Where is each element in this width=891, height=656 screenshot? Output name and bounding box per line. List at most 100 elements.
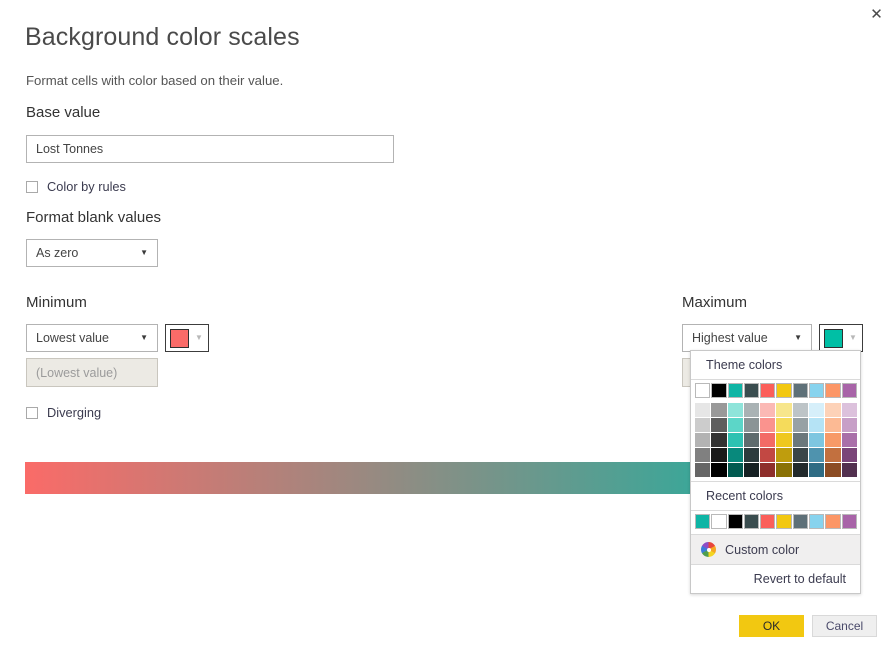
theme-shade-swatch[interactable] [695, 403, 711, 417]
theme-shade-swatch[interactable] [743, 448, 760, 462]
theme-color-column [792, 383, 809, 477]
close-icon[interactable]: ✕ [862, 0, 891, 28]
recent-colors-grid[interactable] [691, 511, 860, 534]
theme-shade-swatch[interactable] [727, 433, 743, 447]
diverging-checkbox[interactable]: Diverging [26, 405, 101, 420]
theme-shade-swatch[interactable] [841, 448, 857, 462]
theme-shade-swatch[interactable] [776, 433, 792, 447]
theme-shade-swatch[interactable] [711, 448, 727, 462]
theme-shade-swatch[interactable] [727, 418, 743, 432]
theme-shade-swatch[interactable] [760, 448, 776, 462]
theme-color-swatch[interactable] [809, 383, 825, 398]
dialog-title: Background color scales [25, 23, 300, 51]
minimum-type-dropdown[interactable]: Lowest value ▼ [26, 324, 158, 352]
maximum-color-button[interactable]: ▼ [819, 324, 863, 352]
recent-color-swatch[interactable] [841, 514, 857, 529]
chevron-down-icon: ▼ [849, 333, 857, 342]
theme-shade-swatch[interactable] [743, 433, 760, 447]
theme-shade-swatch[interactable] [711, 433, 727, 447]
theme-shade-swatch[interactable] [695, 448, 711, 462]
theme-color-swatch[interactable] [760, 383, 776, 398]
base-value-input[interactable]: Lost Tonnes [26, 135, 394, 163]
recent-color-swatch[interactable] [695, 514, 711, 529]
theme-shade-swatch[interactable] [776, 463, 792, 477]
custom-color-item[interactable]: Custom color [691, 535, 860, 564]
recent-color-swatch[interactable] [727, 514, 743, 529]
theme-shade-swatch[interactable] [809, 463, 825, 477]
theme-shade-swatch[interactable] [809, 433, 825, 447]
theme-color-swatch[interactable] [792, 383, 809, 398]
theme-shade-swatch[interactable] [711, 403, 727, 417]
theme-color-column [695, 383, 711, 477]
theme-shade-swatch[interactable] [792, 448, 809, 462]
theme-shade-swatch[interactable] [792, 418, 809, 432]
theme-shade-swatch[interactable] [695, 418, 711, 432]
theme-shade-swatch[interactable] [841, 463, 857, 477]
theme-shade-swatch[interactable] [792, 403, 809, 417]
theme-color-swatch[interactable] [841, 383, 857, 398]
format-blank-values-dropdown[interactable]: As zero ▼ [26, 239, 158, 267]
recent-color-swatch[interactable] [792, 514, 809, 529]
theme-shade-swatch[interactable] [809, 403, 825, 417]
theme-shade-swatch[interactable] [792, 433, 809, 447]
theme-color-swatch[interactable] [825, 383, 841, 398]
recent-color-swatch[interactable] [743, 514, 760, 529]
theme-shade-swatch[interactable] [825, 418, 841, 432]
theme-shade-swatch[interactable] [809, 418, 825, 432]
maximum-type-selected: Highest value [692, 331, 768, 345]
theme-shade-swatch[interactable] [825, 403, 841, 417]
theme-shade-swatch[interactable] [792, 463, 809, 477]
theme-shade-swatch[interactable] [776, 448, 792, 462]
theme-shade-swatch[interactable] [841, 403, 857, 417]
theme-color-swatch[interactable] [727, 383, 743, 398]
ok-button[interactable]: OK [739, 615, 804, 637]
maximum-type-dropdown[interactable]: Highest value ▼ [682, 324, 812, 352]
theme-shade-swatch[interactable] [825, 463, 841, 477]
theme-shade-swatch[interactable] [825, 433, 841, 447]
color-by-rules-checkbox[interactable]: Color by rules [26, 179, 126, 194]
theme-shade-swatch[interactable] [760, 418, 776, 432]
recent-color-swatch[interactable] [825, 514, 841, 529]
recent-color-swatch[interactable] [760, 514, 776, 529]
recent-color-swatch[interactable] [711, 514, 727, 529]
dialog-subtitle: Format cells with color based on their v… [26, 73, 284, 88]
theme-color-swatch[interactable] [695, 383, 711, 398]
revert-to-default-item[interactable]: Revert to default [691, 565, 860, 593]
maximum-label: Maximum [682, 294, 748, 311]
minimum-color-button[interactable]: ▼ [165, 324, 209, 352]
theme-shade-swatch[interactable] [776, 418, 792, 432]
theme-shade-swatch[interactable] [743, 418, 760, 432]
minimum-value-placeholder: (Lowest value) [36, 365, 118, 380]
recent-color-swatch[interactable] [776, 514, 792, 529]
theme-shade-swatch[interactable] [841, 418, 857, 432]
theme-shade-swatch[interactable] [743, 463, 760, 477]
theme-color-swatch[interactable] [776, 383, 792, 398]
theme-shade-swatch[interactable] [727, 403, 743, 417]
theme-shade-swatch[interactable] [727, 463, 743, 477]
theme-shade-swatch[interactable] [711, 463, 727, 477]
theme-shade-swatch[interactable] [695, 433, 711, 447]
recent-color-swatch[interactable] [809, 514, 825, 529]
theme-shade-swatch[interactable] [743, 403, 760, 417]
theme-color-swatch[interactable] [743, 383, 760, 398]
minimum-value-input[interactable]: (Lowest value) [26, 358, 158, 387]
theme-shade-swatch[interactable] [695, 463, 711, 477]
theme-colors-grid[interactable] [691, 380, 860, 481]
theme-shade-swatch[interactable] [825, 448, 841, 462]
theme-shade-swatch[interactable] [760, 433, 776, 447]
theme-shade-swatch[interactable] [727, 448, 743, 462]
theme-shade-swatch[interactable] [841, 433, 857, 447]
theme-shade-swatch[interactable] [711, 418, 727, 432]
theme-color-swatch[interactable] [711, 383, 727, 398]
theme-shade-swatch[interactable] [760, 403, 776, 417]
theme-shade-swatch[interactable] [809, 448, 825, 462]
theme-shade-swatch[interactable] [760, 463, 776, 477]
theme-shade-swatch[interactable] [776, 403, 792, 417]
cancel-button[interactable]: Cancel [812, 615, 877, 637]
revert-to-default-label: Revert to default [753, 572, 846, 586]
base-value-label: Base value [26, 104, 101, 121]
